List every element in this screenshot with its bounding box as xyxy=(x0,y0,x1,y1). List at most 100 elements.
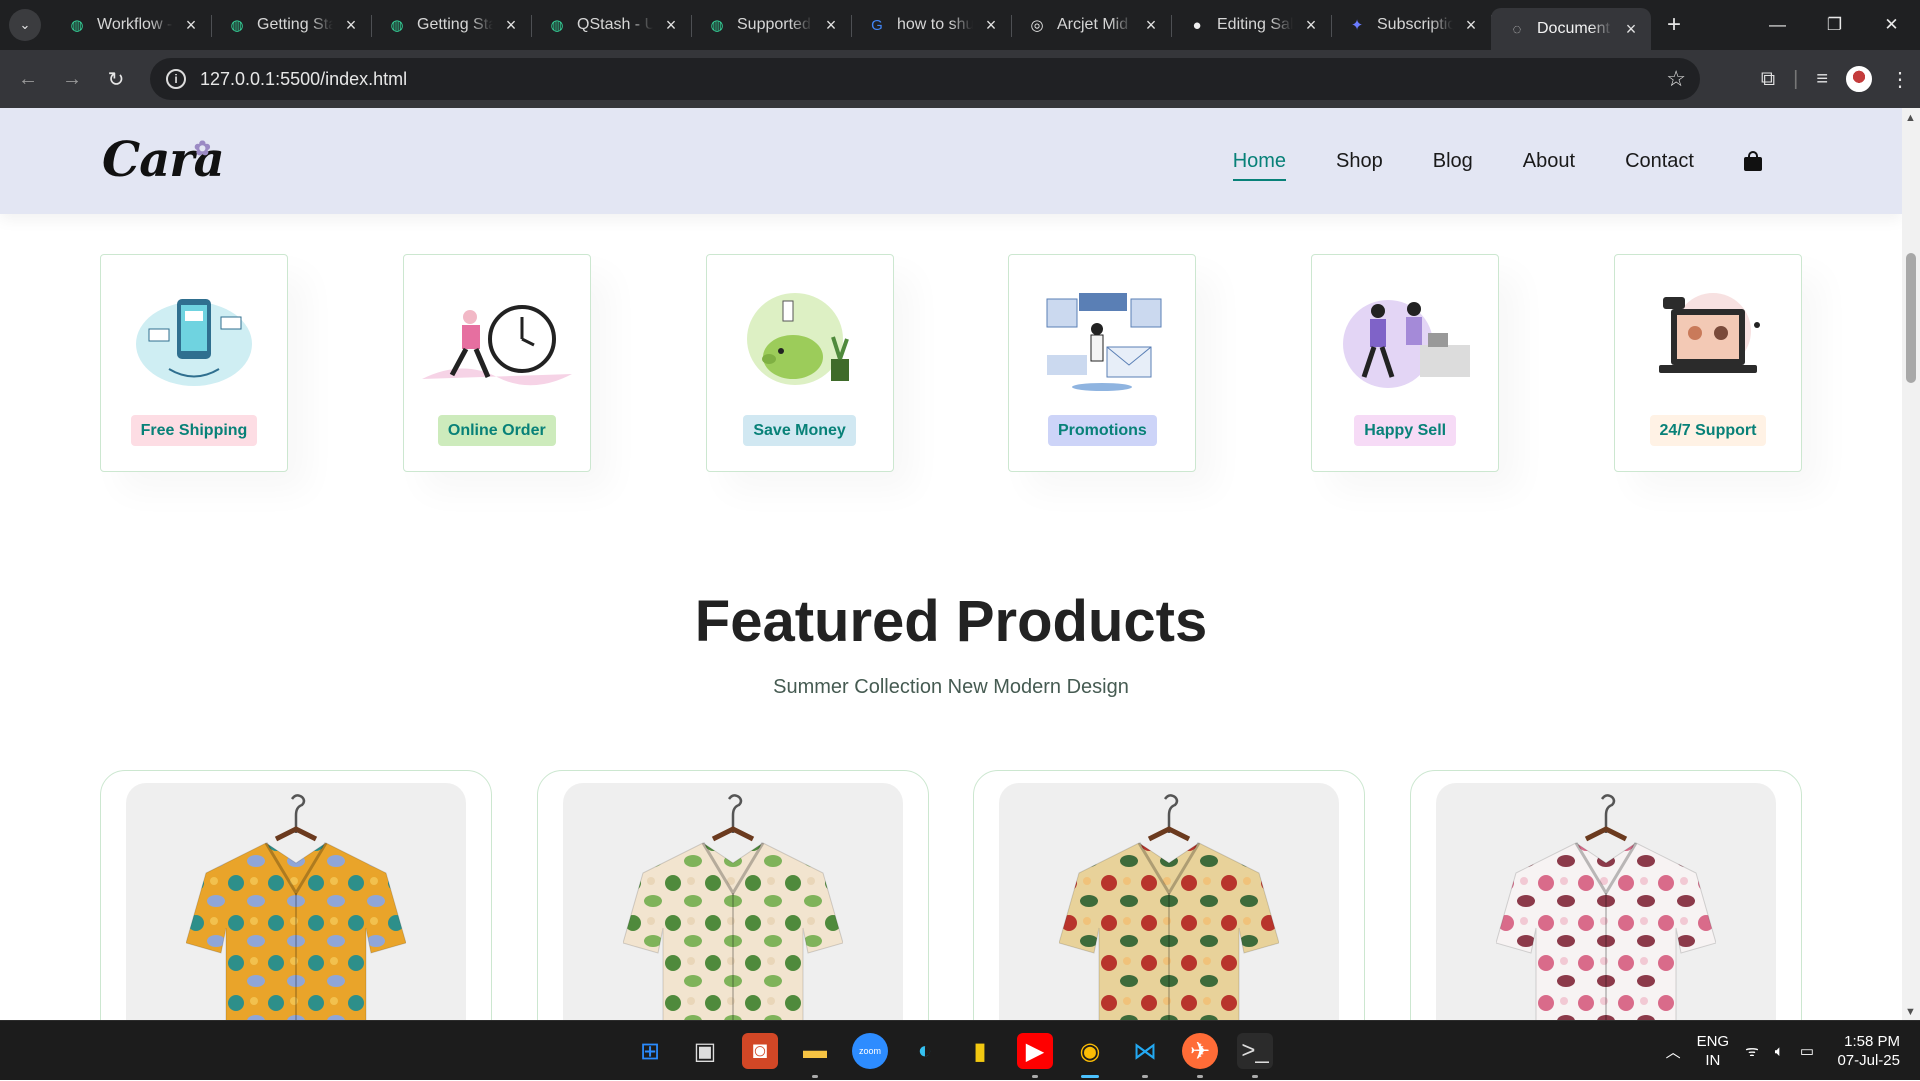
browser-tab[interactable]: ◍ Workflow - × xyxy=(51,0,212,50)
profile-avatar[interactable] xyxy=(1846,66,1872,92)
start-icon[interactable]: ⊞ xyxy=(632,1033,668,1069)
shopping-bag-icon[interactable] xyxy=(1744,151,1762,171)
feature-box[interactable]: Promotions xyxy=(1008,254,1197,472)
vscode-icon[interactable]: ⋈ xyxy=(1127,1033,1163,1078)
product-card[interactable] xyxy=(536,770,929,1020)
product-card[interactable] xyxy=(100,770,492,1020)
toolbar-divider: | xyxy=(1793,67,1799,90)
close-tab-icon[interactable]: × xyxy=(183,15,199,36)
browser-tab[interactable]: ◍ Supported × xyxy=(691,0,852,50)
back-arrow-icon[interactable]: ← xyxy=(6,68,50,91)
page-viewport: Cara ✿ Home Shop Blog About Contact Free Ship… xyxy=(0,108,1902,1020)
minimize-icon[interactable]: — xyxy=(1749,0,1806,50)
address-bar[interactable]: i 127.0.0.1:5500/index.html ☆ xyxy=(150,58,1700,100)
close-tab-icon[interactable]: × xyxy=(1463,15,1479,36)
close-tab-icon[interactable]: × xyxy=(343,15,359,36)
restore-icon[interactable]: ❐ xyxy=(1806,0,1863,50)
file-explorer-icon[interactable]: ▬ xyxy=(797,1033,833,1078)
feature-label: Online Order xyxy=(437,415,556,446)
feature-box[interactable]: Save Money xyxy=(705,254,894,472)
browser-tab[interactable]: ◍ QStash - U × xyxy=(531,0,692,50)
browser-tab[interactable]: ✦ Subscriptio × xyxy=(1331,0,1492,50)
nav-link-contact[interactable]: Contact xyxy=(1625,150,1694,173)
media-control-icon[interactable]: ≡ xyxy=(1816,68,1828,91)
nav-link-home[interactable]: Home xyxy=(1232,150,1287,181)
url-text[interactable]: 127.0.0.1:5500/index.html xyxy=(200,69,407,90)
extensions-puzzle-icon[interactable]: ⧉ xyxy=(1761,68,1775,91)
close-tab-icon[interactable]: × xyxy=(823,15,839,36)
site-logo[interactable]: Cara ✿ xyxy=(102,132,225,188)
tab-title: QStash - U xyxy=(577,16,653,33)
office-icon[interactable]: ◙ xyxy=(742,1033,778,1069)
tab-search-chevron-icon[interactable]: ⌄ xyxy=(9,9,41,41)
tropical-leaf-shirt-image[interactable] xyxy=(562,783,903,1020)
close-tab-icon[interactable]: × xyxy=(983,15,999,36)
cherry-blossom-shirt-image[interactable] xyxy=(1435,783,1776,1020)
abstract-print-shirt-image[interactable] xyxy=(126,783,466,1020)
nav-link-about[interactable]: About xyxy=(1523,150,1575,173)
lavender-sprig-icon: ✿ xyxy=(194,136,211,160)
upstash-icon: ◍ xyxy=(710,17,724,34)
close-window-icon[interactable]: ✕ xyxy=(1863,0,1920,50)
more-menu-icon[interactable]: ⋮ xyxy=(1890,67,1910,92)
reload-icon[interactable]: ↻ xyxy=(94,67,138,92)
terminal-icon[interactable]: >_ xyxy=(1237,1033,1273,1078)
new-tab-plus-icon[interactable]: + xyxy=(1657,11,1691,39)
close-tab-icon[interactable]: × xyxy=(1143,15,1159,36)
browser-tab[interactable]: Ghow to shu × xyxy=(851,0,1012,50)
globe-icon: ◌ xyxy=(1512,20,1522,38)
youtube-icon[interactable]: ▶ xyxy=(1017,1033,1053,1078)
windows-taskbar: ⊞ ▣ ◙ ▬ zoom ◐ ▮ ▶ ◉ ⋈ ✈ >_ ︿ ENG IN ᯤ 🔈︎ ▭ 1:58 PM 0… xyxy=(0,1020,1920,1080)
edge-icon[interactable]: ◐ xyxy=(907,1033,943,1069)
page-scrollbar[interactable]: ▲ ▼ xyxy=(1902,108,1920,1020)
show-hidden-icons-chevron-icon[interactable]: ︿ xyxy=(1666,1041,1681,1062)
wifi-icon[interactable]: ᯤ xyxy=(1745,1041,1759,1061)
bookmark-star-icon[interactable]: ☆ xyxy=(1666,66,1686,92)
feature-box[interactable]: Free Shipping xyxy=(100,254,288,472)
power-bi-icon[interactable]: ▮ xyxy=(962,1033,998,1069)
browser-tab[interactable]: ◍ Getting Sta × xyxy=(371,0,532,50)
product-grid xyxy=(100,770,1802,1020)
close-tab-icon[interactable]: × xyxy=(663,15,679,36)
browser-tab-strip: ⌄ ◍ Workflow - × ◍ Getting Sta × ◍ Getting Sta… xyxy=(0,0,1920,50)
browser-tab[interactable]: ◌ Document × xyxy=(1491,8,1651,50)
battery-icon[interactable]: ▭ xyxy=(1800,1042,1814,1060)
close-tab-icon[interactable]: × xyxy=(1623,19,1639,40)
scroll-up-arrow-icon[interactable]: ▲ xyxy=(1905,112,1916,124)
feature-box[interactable]: Happy Sell xyxy=(1311,254,1500,472)
feature-box[interactable]: Online Order xyxy=(402,254,591,472)
language-indicator[interactable]: ENG IN xyxy=(1697,1032,1730,1070)
product-card[interactable] xyxy=(973,770,1366,1020)
floral-red-shirt-image[interactable] xyxy=(999,783,1340,1020)
close-tab-icon[interactable]: × xyxy=(1303,15,1319,36)
task-view-icon[interactable]: ▣ xyxy=(687,1033,723,1069)
product-card[interactable] xyxy=(1409,770,1802,1020)
chrome-icon[interactable]: ◉ xyxy=(1072,1033,1108,1078)
mail-promo-illustration xyxy=(1027,289,1177,393)
tab-title: Arcjet Mid xyxy=(1057,16,1129,33)
tab-title: Document xyxy=(1537,20,1610,37)
forward-arrow-icon[interactable]: → xyxy=(50,68,94,91)
tab-title: Editing Sal xyxy=(1217,16,1293,33)
high-five-illustration xyxy=(1330,289,1480,393)
scrollbar-thumb[interactable] xyxy=(1906,253,1916,383)
site-info-icon[interactable]: i xyxy=(166,69,186,89)
scroll-down-arrow-icon[interactable]: ▼ xyxy=(1905,1006,1916,1018)
zoom-icon[interactable]: zoom xyxy=(852,1033,888,1069)
nav-link-shop[interactable]: Shop xyxy=(1336,150,1383,173)
feature-section: Free Shipping Online Order Save Money Promo… xyxy=(100,254,1802,472)
featured-products-title: Featured Products xyxy=(694,589,1208,654)
tab-title: Getting Sta xyxy=(417,16,493,33)
feature-box[interactable]: 24/7 Support xyxy=(1613,254,1802,472)
tab-title: Subscriptio xyxy=(1377,16,1453,33)
volume-icon[interactable]: 🔈︎ xyxy=(1775,1043,1784,1060)
browser-tab[interactable]: ◎ Arcjet Mid × xyxy=(1011,0,1172,50)
postman-icon[interactable]: ✈ xyxy=(1182,1033,1218,1078)
github-icon: ● xyxy=(1192,16,1202,34)
taskbar-clock[interactable]: 1:58 PM 07-Jul-25 xyxy=(1830,1032,1900,1070)
browser-tab[interactable]: ● Editing Sal × xyxy=(1171,0,1332,50)
feature-label: Free Shipping xyxy=(130,415,258,446)
close-tab-icon[interactable]: × xyxy=(503,15,519,36)
nav-link-blog[interactable]: Blog xyxy=(1433,150,1473,173)
browser-tab[interactable]: ◍ Getting Sta × xyxy=(211,0,372,50)
